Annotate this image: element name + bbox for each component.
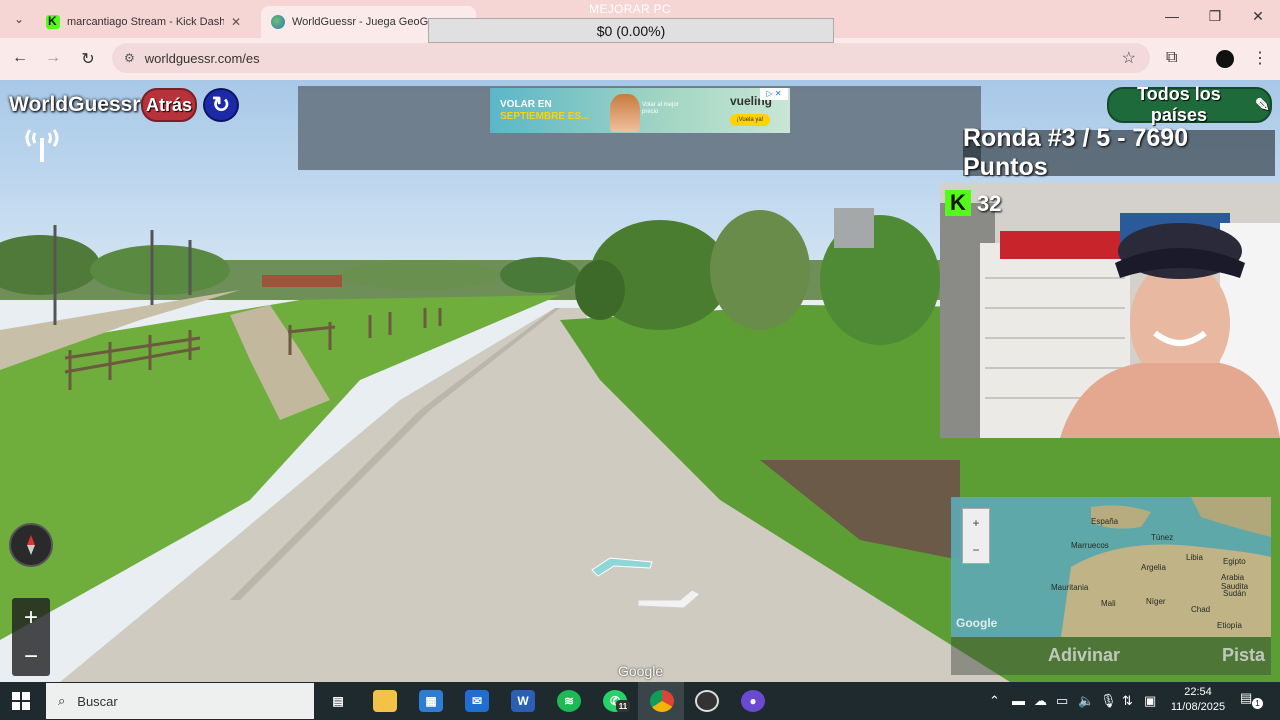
all-countries-button[interactable]: Todos los países ✎: [1107, 84, 1272, 125]
ad-subtext: Volar al mejor precio: [642, 102, 679, 116]
file-explorer-icon[interactable]: [373, 690, 397, 712]
minimize-icon[interactable]: —: [1162, 8, 1182, 24]
guess-button[interactable]: Adivinar: [1048, 645, 1120, 666]
donation-progress-bar: $0 (0.00%): [428, 18, 834, 43]
reload-icon[interactable]: ↻: [78, 49, 98, 69]
refresh-icon[interactable]: ↻: [203, 88, 239, 122]
obs-icon[interactable]: [695, 690, 719, 712]
round-score-display: Ronda #3 / 5 - 7690 Puntos: [963, 124, 1275, 181]
mail-icon[interactable]: ✉: [465, 690, 489, 712]
ad-headline-2: SEPTIEMBRE ES...: [500, 110, 590, 122]
close-window-icon[interactable]: ✕: [1248, 8, 1268, 25]
worldguessr-logo: WorldGuessr: [9, 93, 141, 116]
viewer-count: 32: [977, 191, 1002, 216]
close-icon[interactable]: ✕: [231, 15, 241, 29]
compass-needle-graphic: [27, 535, 35, 555]
store-icon[interactable]: ▦: [419, 690, 443, 712]
map-label: Níger: [1146, 597, 1166, 606]
map-label: Túnez: [1151, 533, 1174, 542]
search-placeholder: Buscar: [77, 693, 118, 709]
pencil-icon: ✎: [1254, 94, 1270, 115]
kick-icon: K: [945, 190, 971, 216]
windows-start-icon[interactable]: [12, 692, 30, 710]
map-label: España: [1091, 517, 1119, 526]
back-arrow-icon[interactable]: ←: [10, 49, 30, 67]
word-icon[interactable]: W: [511, 690, 535, 712]
clock-date: 11/08/2025: [1170, 701, 1226, 713]
tab-title: marcantiago Stream - Kick Dashb: [67, 16, 224, 28]
clock-time: 22:54: [1184, 686, 1212, 698]
url-text: worldguessr.com/es: [144, 50, 260, 66]
zoom-out-icon[interactable]: −: [972, 543, 979, 557]
search-icon: ⌕: [58, 693, 66, 708]
ad-person-image: [610, 94, 640, 132]
ad-cta-button[interactable]: ¡Vuela ya!: [730, 114, 770, 126]
spotify-icon[interactable]: ≋: [557, 690, 581, 712]
taskbar-clock[interactable]: 22:54 11/08/2025: [1168, 685, 1228, 715]
map-label: Egipto: [1223, 557, 1246, 566]
map-label: Libia: [1186, 553, 1203, 562]
ad-headline: VOLAR EN SEPTIEMBRE ES...: [500, 99, 589, 123]
move-arrow-icon[interactable]: [636, 588, 702, 610]
webcam-overlay: [940, 183, 1280, 438]
tab-title: WorldGuessr - Juega GeoGuessr: [292, 16, 449, 28]
restore-icon[interactable]: ❐: [1205, 8, 1225, 25]
ad-subtext-2: precio: [642, 109, 659, 115]
site-info-icon[interactable]: ⚙: [124, 51, 135, 65]
bookmark-star-icon[interactable]: ☆: [1122, 48, 1136, 68]
profile-avatar[interactable]: [1216, 50, 1234, 68]
address-bar-row: ← → ↻ ⚙ worldguessr.com/es ☆: [0, 38, 1280, 80]
kick-icon: [46, 14, 60, 29]
signal-icon: [25, 129, 59, 162]
street-zoom-control[interactable]: + −: [12, 598, 50, 676]
minimap-google-logo: Google: [956, 616, 998, 630]
app-icon[interactable]: ●: [741, 690, 765, 712]
zoom-in-icon[interactable]: +: [972, 516, 979, 530]
taskbar-search-input[interactable]: ⌕ Buscar: [46, 683, 314, 719]
map-label: Mali: [1101, 599, 1116, 608]
globe-icon: [271, 15, 285, 29]
extensions-icon[interactable]: ⧉: [1166, 49, 1177, 67]
ad-subtext-1: Volar al mejor: [642, 102, 679, 108]
map-label: Argelia: [1141, 563, 1166, 572]
tab-kick-dashboard[interactable]: marcantiago Stream - Kick Dashb ✕: [36, 6, 251, 38]
move-arrow-icon[interactable]: [590, 556, 654, 580]
donation-amount: $0 (0.00%): [596, 22, 666, 39]
back-button[interactable]: Atrás: [141, 88, 197, 122]
notification-icon[interactable]: ▤ 1: [1240, 690, 1263, 712]
menu-kebab-icon[interactable]: ⋮: [1252, 48, 1268, 68]
zoom-in-icon[interactable]: +: [24, 604, 38, 632]
chrome-icon[interactable]: [650, 690, 674, 712]
whatsapp-badge: 11: [616, 700, 630, 712]
zoom-out-icon[interactable]: −: [24, 643, 38, 671]
countries-label: Todos los países: [1137, 84, 1221, 125]
task-view-icon[interactable]: ▤: [326, 690, 350, 712]
tab-search-icon[interactable]: ⌄: [8, 8, 30, 30]
compass-icon[interactable]: [9, 523, 53, 567]
guess-minimap[interactable]: España Túnez Argelia Libia Egipto Mali N…: [951, 497, 1271, 637]
hint-button[interactable]: Pista: [1222, 645, 1265, 666]
notification-count: 1: [1252, 698, 1263, 709]
forward-arrow-icon[interactable]: →: [43, 49, 63, 67]
map-label: Etiopía: [1217, 621, 1242, 630]
ad-headline-1: VOLAR EN: [500, 98, 552, 110]
ad-choices-icon[interactable]: ▷ ✕: [760, 88, 788, 100]
google-watermark: Google: [618, 663, 664, 679]
ad-banner[interactable]: VOLAR EN SEPTIEMBRE ES... Volar al mejor…: [490, 88, 790, 133]
donation-title: MEJORAR PC: [589, 2, 671, 16]
map-label: Marruecos: [1071, 541, 1109, 550]
map-label: Chad: [1191, 605, 1211, 614]
webcam-feed-graphic: [940, 183, 1280, 438]
map-label: Arabia Saudita: [1221, 573, 1249, 591]
url-input[interactable]: ⚙ worldguessr.com/es ☆: [112, 43, 1150, 73]
map-label: Mauritania: [1051, 583, 1089, 592]
minimap-zoom-control[interactable]: + −: [962, 508, 990, 564]
